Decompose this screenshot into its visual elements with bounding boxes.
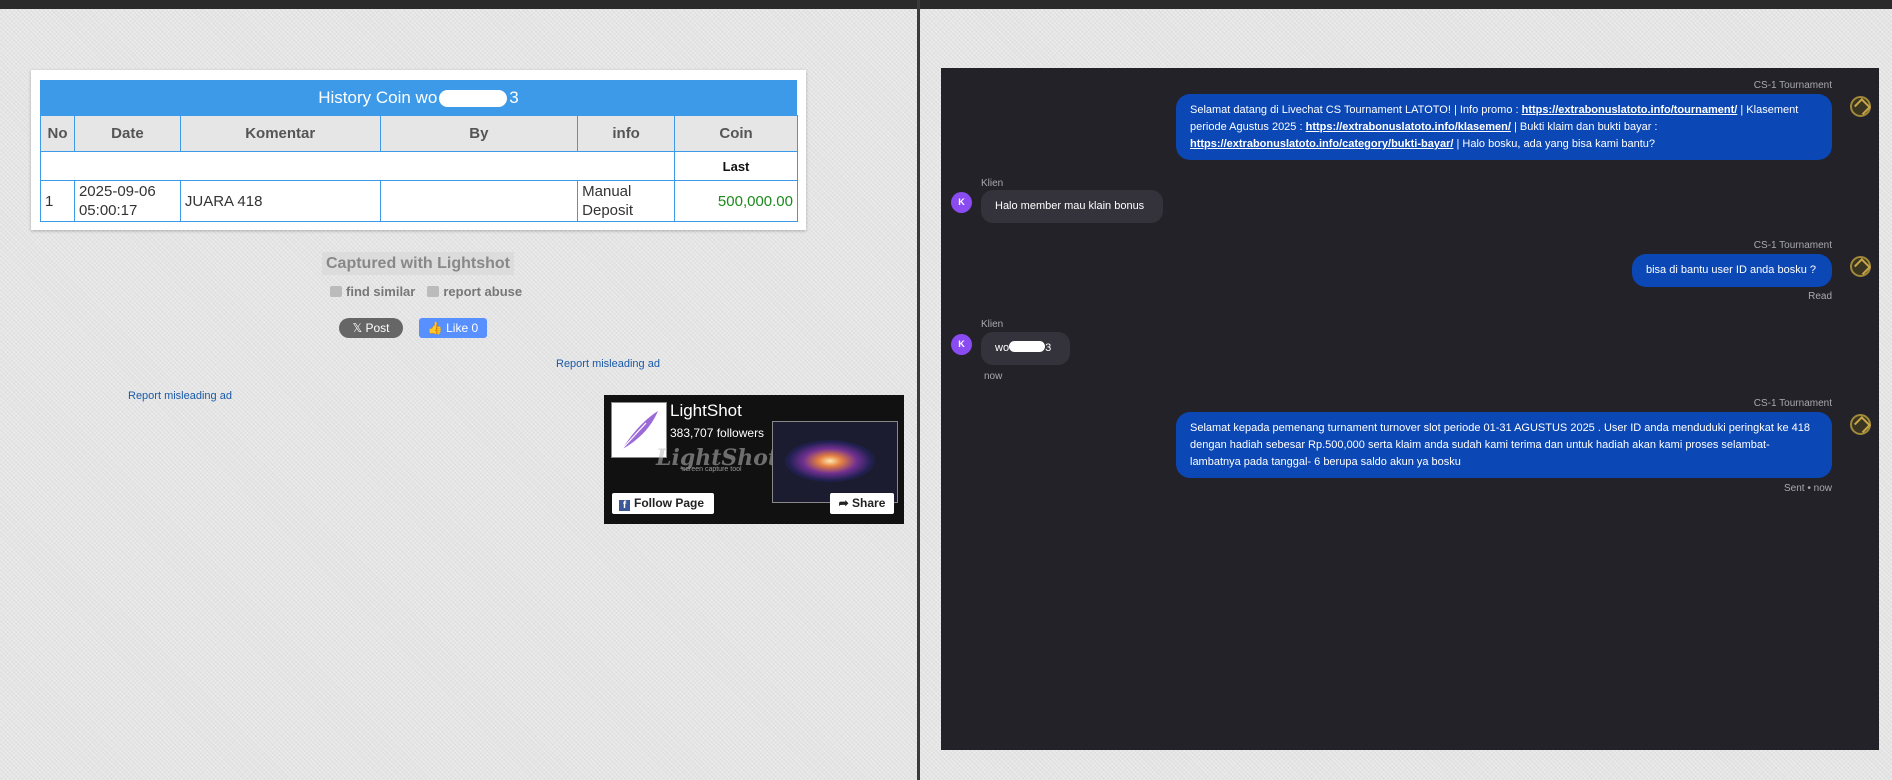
find-similar-link[interactable]: find similar — [346, 284, 415, 299]
column-header: info — [577, 115, 676, 152]
x-post-button[interactable]: 𝕏 Post — [339, 318, 403, 338]
message-text: Selamat datang di Livechat CS Tournament… — [1190, 104, 1522, 116]
top-bar — [0, 0, 1892, 9]
bukti-bayar-link[interactable]: https://extrabonuslatoto.info/category/b… — [1190, 138, 1453, 150]
report-misleading-ad-link[interactable]: Report misleading ad — [556, 358, 660, 370]
table-subheader-empty — [39, 151, 676, 181]
tournament-link[interactable]: https://extrabonuslatoto.info/tournament… — [1522, 104, 1738, 116]
column-header: Date — [73, 115, 181, 152]
redaction-mark — [1009, 341, 1046, 352]
message-text: wo — [995, 342, 1010, 354]
cell-no: 1 — [40, 180, 75, 222]
message-text: | Bukti klaim dan bukti bayar : — [1510, 121, 1658, 133]
cell-info: Manual Deposit — [577, 180, 676, 222]
share-label: Share — [852, 496, 886, 510]
cell-by — [379, 180, 579, 222]
client-message: Halo member mau klain bonus — [981, 190, 1163, 223]
table-row: 1 2025-09-06 05:00:17 JUARA 418 Manual D… — [40, 180, 798, 222]
share-icon: ➦ — [838, 496, 853, 510]
message-text: 3 — [1045, 342, 1052, 354]
cell-coin: 500,000.00 — [674, 180, 798, 222]
column-header: No — [40, 115, 75, 152]
agent-avatar — [1850, 414, 1871, 435]
redaction-mark — [439, 90, 508, 108]
history-title-suffix: 3 — [509, 88, 519, 107]
follow-page-button[interactable]: f Follow Page — [612, 493, 714, 514]
history-title-prefix: History Coin wo — [318, 88, 438, 107]
agent-name: CS-1 Tournament — [1753, 240, 1832, 251]
history-card: History Coin wo 3 No Date Komentar By inf… — [31, 70, 806, 230]
history-table: No Date Komentar By info Coin Last 1 202… — [39, 115, 798, 222]
widget-cover-image — [772, 421, 898, 503]
chat-window: CS-1 Tournament Selamat datang di Livech… — [941, 68, 1879, 750]
galaxy-image — [785, 440, 875, 482]
table-subheader-last: Last — [674, 151, 798, 181]
captured-with-lightshot[interactable]: Captured with Lightshot — [322, 252, 514, 275]
history-title: History Coin wo 3 — [40, 80, 797, 115]
column-header: Coin — [674, 115, 798, 152]
message-status: Read — [1808, 291, 1832, 302]
table-subheader-row: Last — [39, 151, 798, 181]
agent-name: CS-1 Tournament — [1753, 80, 1832, 91]
report-misleading-ad-link[interactable]: Report misleading ad — [128, 390, 232, 402]
widget-brand-tagline: screen capture tool — [682, 466, 742, 473]
column-header: By — [379, 115, 579, 152]
client-name: Klien — [981, 319, 1004, 330]
facebook-icon: f — [619, 500, 630, 511]
table-header-row: No Date Komentar By info Coin — [40, 115, 798, 152]
message-text: | Halo bosku, ada yang bisa kami bantu? — [1453, 138, 1656, 150]
share-button[interactable]: ➦ Share — [830, 493, 894, 514]
client-avatar: K — [951, 192, 972, 213]
column-header: Komentar — [179, 115, 381, 152]
facebook-like-label: Like 0 — [446, 321, 479, 335]
agent-avatar — [1850, 96, 1871, 117]
follow-page-label: Follow Page — [634, 496, 705, 510]
message-time: now — [984, 371, 1003, 382]
lightshot-pane: History Coin wo 3 No Date Komentar By inf… — [0, 9, 917, 780]
camera-icon — [330, 286, 342, 297]
cell-komentar: JUARA 418 — [179, 180, 381, 222]
cell-date: 2025-09-06 05:00:17 — [73, 180, 181, 222]
x-post-label: Post — [365, 321, 390, 335]
client-message: wo 3 — [981, 332, 1070, 365]
agent-avatar — [1850, 256, 1871, 277]
agent-message: Selamat datang di Livechat CS Tournament… — [1176, 94, 1832, 160]
thumbs-up-icon: 👍 — [427, 321, 447, 335]
lightshot-facebook-widget: LightShot 383,707 followers LightShot sc… — [604, 395, 904, 524]
widget-title[interactable]: LightShot — [670, 401, 742, 421]
agent-name: CS-1 Tournament — [1753, 398, 1832, 409]
client-avatar: K — [951, 334, 972, 355]
flag-icon — [427, 286, 440, 297]
report-abuse-link[interactable]: report abuse — [443, 284, 522, 299]
agent-message: bisa di bantu user ID anda bosku ? — [1632, 254, 1832, 287]
klasemen-link[interactable]: https://extrabonuslatoto.info/klasemen/ — [1306, 121, 1511, 133]
x-icon: 𝕏 — [352, 321, 366, 335]
image-actions: find similar report abuse — [330, 284, 522, 299]
widget-followers: 383,707 followers — [670, 426, 765, 440]
message-status: Sent • now — [1784, 483, 1832, 494]
agent-message: Selamat kepada pemenang turnament turnov… — [1176, 412, 1832, 478]
facebook-like-button[interactable]: 👍 Like 0 — [419, 318, 487, 338]
client-name: Klien — [981, 178, 1004, 189]
